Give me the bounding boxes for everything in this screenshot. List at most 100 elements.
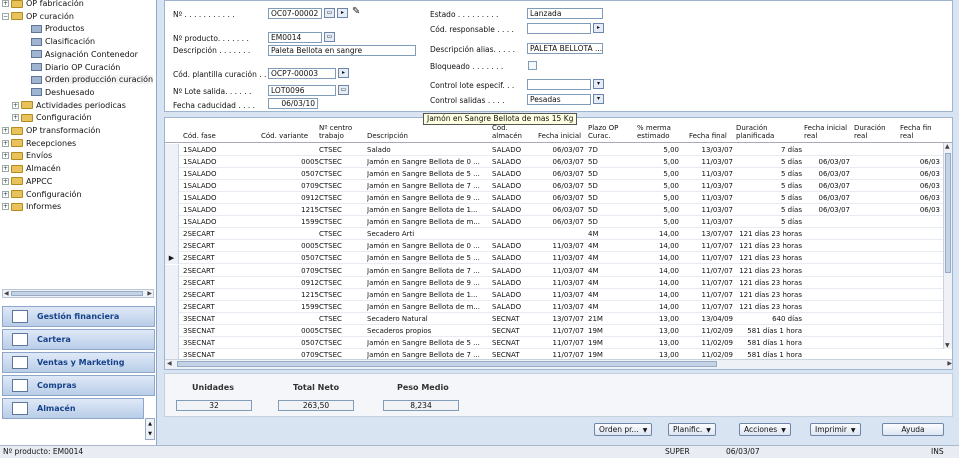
- cell-fecha-final[interactable]: 11/03/07: [685, 168, 733, 180]
- tree-item[interactable]: + Recepciones: [2, 138, 76, 150]
- header-duracion-plan[interactable]: Duración planificada: [736, 124, 774, 140]
- chevron-down-icon[interactable]: ▾: [593, 94, 604, 104]
- cell-fecha-fin-real[interactable]: [900, 252, 940, 264]
- cell-variante[interactable]: 1599: [261, 301, 319, 313]
- expand-icon[interactable]: +: [12, 114, 19, 122]
- cell-plazo[interactable]: 4M: [588, 289, 628, 301]
- table-row[interactable]: 1SALADO 1599 CTSEC Jamón en Sangre Bellota …: [165, 216, 945, 229]
- expand-icon[interactable]: +: [2, 190, 9, 198]
- tree-item[interactable]: + APPCC: [2, 176, 52, 188]
- cell-duracion-real[interactable]: [854, 277, 896, 289]
- module-scroll[interactable]: ▲ ▼: [145, 418, 155, 440]
- collapse-icon[interactable]: −: [2, 12, 9, 20]
- cell-merma[interactable]: 14,00: [631, 277, 679, 289]
- cell-fecha-final[interactable]: 11/07/07: [685, 252, 733, 264]
- cell-merma[interactable]: 14,00: [631, 240, 679, 252]
- cell-almacen[interactable]: SALADO: [492, 192, 536, 204]
- tree-item[interactable]: Clasificación: [22, 36, 95, 48]
- tree-item[interactable]: + Informes: [2, 201, 61, 213]
- cell-duracion-real[interactable]: [854, 156, 896, 168]
- cell-duracion-plan[interactable]: 7 días: [736, 144, 802, 156]
- expand-icon[interactable]: +: [12, 101, 19, 109]
- cell-duracion-real[interactable]: [854, 204, 896, 216]
- orden-produccion-button[interactable]: Orden pr... ▼: [594, 423, 653, 436]
- cell-centro[interactable]: CTSEC: [319, 192, 359, 204]
- cell-fase[interactable]: 2SECART: [183, 228, 243, 240]
- module-button[interactable]: Ventas y Marketing: [2, 352, 155, 373]
- descripcion-field[interactable]: Paleta Bellota en sangre: [268, 45, 416, 56]
- cell-fecha-final[interactable]: 13/07/07: [685, 228, 733, 240]
- cell-fase[interactable]: 2SECART: [183, 277, 243, 289]
- cell-almacen[interactable]: [492, 228, 536, 240]
- cell-descripcion[interactable]: Jamón en Sangre Bellota de 9 ...: [367, 192, 489, 204]
- row-selector[interactable]: [165, 336, 179, 349]
- cell-duracion-plan[interactable]: 640 días: [736, 313, 802, 325]
- cell-duracion-real[interactable]: [854, 168, 896, 180]
- cell-duracion-real[interactable]: [854, 228, 896, 240]
- cell-duracion-real[interactable]: [854, 240, 896, 252]
- expand-icon[interactable]: +: [2, 127, 9, 134]
- cell-duracion-real[interactable]: [854, 337, 896, 349]
- cell-fase[interactable]: 3SECNAT: [183, 337, 243, 349]
- cell-variante[interactable]: 0912: [261, 192, 319, 204]
- row-selector[interactable]: [165, 228, 179, 241]
- cell-fecha-fin-real[interactable]: [900, 337, 940, 349]
- cell-fecha-fin-real[interactable]: [900, 265, 940, 277]
- header-almacen[interactable]: Cód. almacén: [492, 124, 522, 140]
- tree-item[interactable]: − OP curación: [2, 11, 74, 23]
- cell-variante[interactable]: [261, 228, 319, 240]
- planific-button[interactable]: Planific. ▼: [668, 423, 716, 436]
- cell-merma[interactable]: 5,00: [631, 168, 679, 180]
- cell-centro[interactable]: CTSEC: [319, 337, 359, 349]
- table-row[interactable]: 1SALADO 1215 CTSEC Jamón en Sangre Bellota …: [165, 204, 945, 217]
- cell-variante[interactable]: 0507: [261, 168, 319, 180]
- cell-duracion-plan[interactable]: 5 días: [736, 180, 802, 192]
- cell-centro[interactable]: CTSEC: [319, 240, 359, 252]
- cell-fecha-fin-real[interactable]: [900, 240, 940, 252]
- header-fecha-final[interactable]: Fecha final: [689, 132, 727, 140]
- cell-fecha-inicial-real[interactable]: [804, 277, 850, 289]
- cell-descripcion[interactable]: Jamón en Sangre Bellota de 7 ...: [367, 180, 489, 192]
- table-row[interactable]: ▶ 2SECART 0507 CTSEC Jamón en Sangre Bellota…: [165, 252, 945, 265]
- cell-fecha-inicial[interactable]: 06/03/07: [536, 180, 584, 192]
- cell-fecha-fin-real[interactable]: [900, 325, 940, 337]
- table-row[interactable]: 1SALADO 0507 CTSEC Jamón en Sangre Bellota …: [165, 168, 945, 181]
- cell-almacen[interactable]: SECNAT: [492, 313, 536, 325]
- scroll-right-icon[interactable]: ▶: [147, 290, 152, 297]
- cell-descripcion[interactable]: Jamón en Sangre Bellota de 5 ...: [367, 252, 489, 264]
- cell-descripcion[interactable]: Secaderos propios: [367, 325, 489, 337]
- cell-descripcion[interactable]: Jamón en Sangre Bellota de 0 ...: [367, 240, 489, 252]
- table-row[interactable]: 3SECNAT 0005 CTSEC Secaderos propios SECNAT 1…: [165, 324, 945, 337]
- cell-duracion-real[interactable]: [854, 289, 896, 301]
- cell-fase[interactable]: 2SECART: [183, 301, 243, 313]
- cell-fecha-fin-real[interactable]: [900, 144, 940, 156]
- scroll-left-icon[interactable]: ◀: [167, 360, 172, 367]
- cell-variante[interactable]: 0709: [261, 265, 319, 277]
- cell-fecha-final[interactable]: 11/07/07: [685, 289, 733, 301]
- cell-plazo[interactable]: 7D: [588, 144, 628, 156]
- chevron-down-icon[interactable]: ▾: [593, 79, 604, 89]
- cell-duracion-real[interactable]: [854, 180, 896, 192]
- cell-fecha-inicial-real[interactable]: [804, 337, 850, 349]
- cell-almacen[interactable]: SALADO: [492, 252, 536, 264]
- cell-variante[interactable]: [261, 313, 319, 325]
- cell-centro[interactable]: CTSEC: [319, 289, 359, 301]
- cell-merma[interactable]: 13,00: [631, 313, 679, 325]
- imprimir-button[interactable]: Imprimir ▼: [810, 423, 861, 436]
- cell-centro[interactable]: CTSEC: [319, 144, 359, 156]
- table-row[interactable]: 2SECART 1599 CTSEC Jamón en Sangre Bellota …: [165, 300, 945, 313]
- cell-fecha-inicial-real[interactable]: 06/03/07: [804, 180, 850, 192]
- cell-fase[interactable]: 2SECART: [183, 240, 243, 252]
- cell-fase[interactable]: 1SALADO: [183, 216, 243, 228]
- grid-horizontal-scrollbar[interactable]: ◀ ▶: [165, 359, 952, 369]
- cell-centro[interactable]: CTSEC: [319, 180, 359, 192]
- cell-merma[interactable]: 13,00: [631, 325, 679, 337]
- cell-merma[interactable]: 14,00: [631, 265, 679, 277]
- cell-duracion-plan[interactable]: 121 días 23 horas: [736, 289, 802, 301]
- cell-plazo[interactable]: 5D: [588, 204, 628, 216]
- cell-descripcion[interactable]: Jamón en Sangre Bellota de 5 ...: [367, 337, 489, 349]
- cell-plazo[interactable]: 21M: [588, 313, 628, 325]
- header-fecha-inicial-real[interactable]: Fecha inicial real: [804, 124, 847, 140]
- cell-merma[interactable]: 5,00: [631, 180, 679, 192]
- cell-fecha-fin-real[interactable]: 06/03: [900, 180, 940, 192]
